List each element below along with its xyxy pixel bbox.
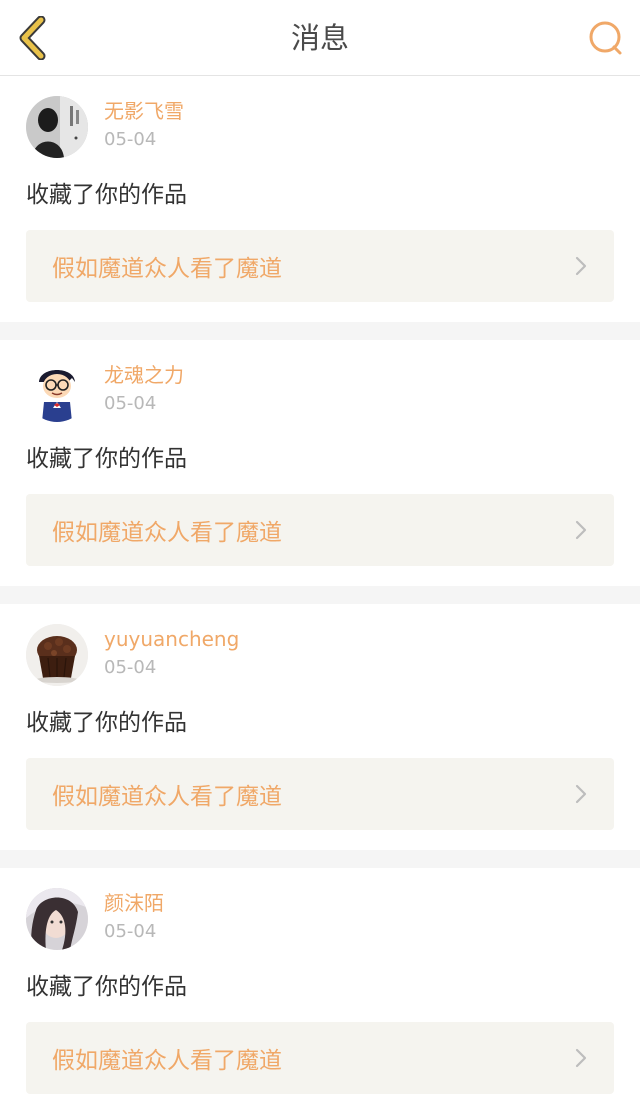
username[interactable]: 龙魂之力 [104,362,184,388]
work-link[interactable]: 假如魔道众人看了魔道 [26,1022,614,1094]
search-button[interactable] [586,18,626,58]
user-row: 颜沫陌 05-04 [26,888,614,950]
user-row: yuyuancheng 05-04 [26,624,614,686]
avatar-cupcake-icon [26,624,88,686]
action-text: 收藏了你的作品 [26,446,187,472]
message-date: 05-04 [104,393,157,414]
avatar-cartoon-icon [26,360,88,422]
chevron-left-icon [19,16,46,60]
avatar[interactable] [26,888,88,950]
message-date: 05-04 [104,129,157,150]
avatar-photo-icon [26,888,88,950]
message-date: 05-04 [104,657,157,678]
search-icon [589,21,622,55]
user-row: 龙魂之力 05-04 [26,360,614,422]
message-date: 05-04 [104,921,157,942]
user-row: 无影飞雪 05-04 [26,96,614,158]
username[interactable]: yuyuancheng [104,626,239,652]
work-link[interactable]: 假如魔道众人看了魔道 [26,758,614,830]
work-title: 假如魔道众人看了魔道 [52,784,282,810]
avatar[interactable] [26,624,88,686]
action-text: 收藏了你的作品 [26,710,187,736]
username[interactable]: 颜沫陌 [104,890,164,916]
work-title: 假如魔道众人看了魔道 [52,256,282,282]
back-button[interactable] [12,14,52,62]
chevron-right-icon [575,784,587,804]
work-title: 假如魔道众人看了魔道 [52,1048,282,1074]
username[interactable]: 无影飞雪 [104,98,184,124]
top-bar: 消息 [0,0,640,76]
chevron-right-icon [575,520,587,540]
chevron-right-icon [575,256,587,276]
avatar-photo-icon [26,96,88,158]
message-card: yuyuancheng 05-04 收藏了你的作品 假如魔道众人看了魔道 [0,604,640,850]
work-title: 假如魔道众人看了魔道 [52,520,282,546]
user-meta: yuyuancheng 05-04 [104,624,239,680]
avatar[interactable] [26,360,88,422]
work-link[interactable]: 假如魔道众人看了魔道 [26,230,614,302]
message-card: 无影飞雪 05-04 收藏了你的作品 假如魔道众人看了魔道 [0,76,640,322]
message-card: 龙魂之力 05-04 收藏了你的作品 假如魔道众人看了魔道 [0,340,640,586]
user-meta: 无影飞雪 05-04 [104,96,184,152]
action-text: 收藏了你的作品 [26,974,187,1000]
user-meta: 颜沫陌 05-04 [104,888,164,944]
avatar[interactable] [26,96,88,158]
message-card: 颜沫陌 05-04 收藏了你的作品 假如魔道众人看了魔道 [0,868,640,1114]
message-list: 无影飞雪 05-04 收藏了你的作品 假如魔道众人看了魔道 龙魂之力 05-04… [0,76,640,1114]
action-text: 收藏了你的作品 [26,182,187,208]
chevron-right-icon [575,1048,587,1068]
work-link[interactable]: 假如魔道众人看了魔道 [26,494,614,566]
page-title: 消息 [290,21,349,55]
user-meta: 龙魂之力 05-04 [104,360,184,416]
